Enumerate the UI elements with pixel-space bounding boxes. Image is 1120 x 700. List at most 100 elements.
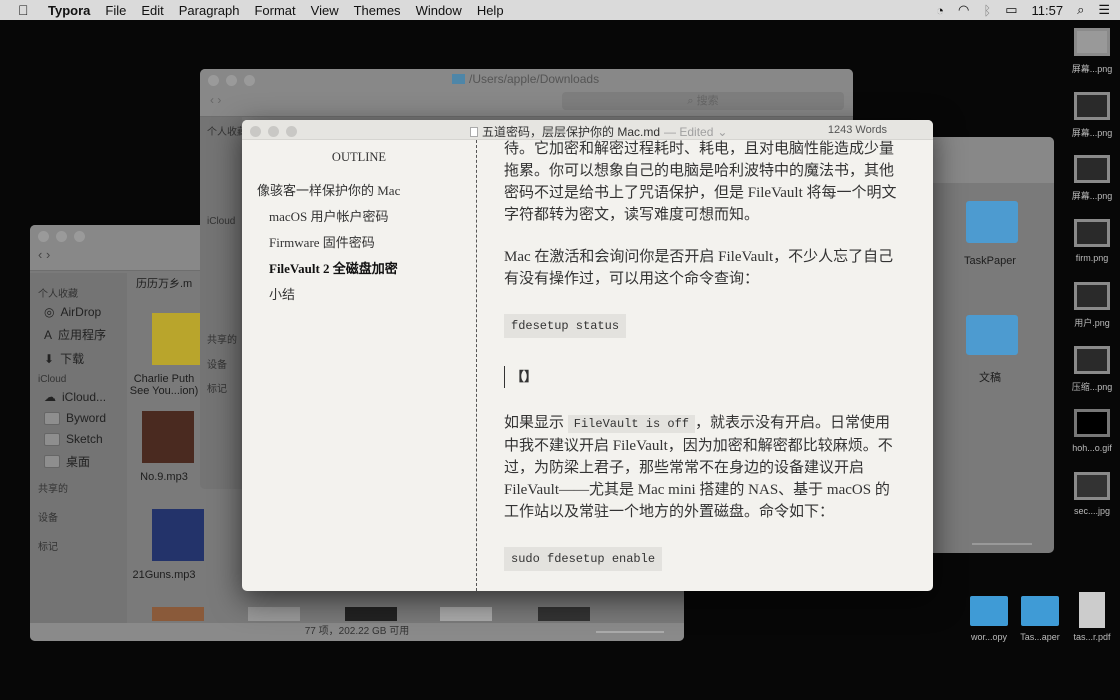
close-button[interactable] [38,231,49,242]
sidebar-item-applications[interactable]: A 应用程序 [44,326,127,343]
taskpaper-app-icon[interactable] [966,201,1018,243]
desktop-file[interactable]: 屏幕...png [1070,28,1114,75]
menu-paragraph[interactable]: Paragraph [179,3,240,18]
desktop-file-label: 用户.png [1074,318,1110,328]
menu-edit[interactable]: Edit [141,3,163,18]
search-placeholder: 搜索 [696,95,719,107]
editor-content[interactable]: 待。它加密和解密过程耗时、耗电，且对电脑性能造成少量拖累。你可以想象自己的电脑是… [504,140,903,591]
menu-view[interactable]: View [311,3,339,18]
desktop-file-label: Tas...aper [1020,632,1060,642]
back-forward-buttons[interactable]: ‹ › [38,247,50,262]
desktop-file[interactable]: sec....jpg [1070,472,1114,516]
album-art-thumbnail[interactable] [142,411,194,463]
file-thumbnail[interactable] [538,607,590,621]
typora-window: 五道密码，层层保护你的 Mac.md — Edited ⌄ 1243 Words… [242,120,933,591]
sidebar-item-icloud-drive[interactable]: ☁ iCloud... [44,390,127,404]
sidebar-label: Sketch [66,432,103,446]
zoom-button[interactable] [74,231,85,242]
menu-bar:  Typora File Edit Paragraph Format View… [0,0,1120,20]
menu-file[interactable]: File [105,3,126,18]
close-button[interactable] [208,75,219,86]
file-label: No.9.mp3 [140,471,188,483]
sidebar-header: 个人收藏 [207,127,247,138]
menu-format[interactable]: Format [254,3,295,18]
album-art-thumbnail[interactable] [152,509,204,561]
sidebar-item-sketch[interactable]: Sketch [44,432,127,446]
outline-item[interactable]: Firmware 固件密码 [242,235,476,250]
spotlight-icon[interactable]: ⌕ [1077,2,1084,18]
file-thumbnail[interactable] [440,607,492,621]
edited-status[interactable]: — Edited [664,125,713,139]
outline-item[interactable]: 小结 [242,287,476,302]
file-label: Charlie Puth See You...ion) [129,373,199,397]
sidebar-header-favorites: 个人收藏 [38,289,78,300]
wifi-icon[interactable]: ◠ [958,2,969,18]
paragraph[interactable]: Mac 在激活和会询问你是否开启 FileVault，不少人忘了自己有没有操作过… [504,246,903,290]
sidebar-item-airdrop[interactable]: ◎ AirDrop [44,305,127,319]
desktop-file[interactable]: 用户.png [1070,282,1114,329]
sidebar-header-icloud: iCloud [38,374,67,385]
album-art-thumbnail[interactable] [152,313,204,365]
paragraph[interactable]: 待。它加密和解密过程耗时、耗电，且对电脑性能造成少量拖累。你可以想象自己的电脑是… [504,138,903,226]
chevron-down-icon[interactable]: ⌄ [717,125,727,139]
minimize-button[interactable] [268,126,279,137]
outline-panel: OUTLINE 像骇客一样保护你的 Mac macOS 用户帐户密码 Firmw… [242,140,477,591]
folder-icon[interactable] [966,315,1018,355]
menu-themes[interactable]: Themes [354,3,401,18]
desktop-file-label: 压缩...png [1071,382,1113,392]
menu-app[interactable]: Typora [48,3,90,18]
zoom-button[interactable] [244,75,255,86]
sidebar-item-downloads[interactable]: ⬇ 下载 [44,350,127,367]
file-label: 文稿 [979,372,1001,384]
outline-item-active[interactable]: FileVault 2 全磁盘加密 [242,261,476,276]
code-block[interactable]: fdesetup status [504,314,627,338]
sidebar-item-desktop[interactable]: 桌面 [44,453,127,470]
code-block[interactable]: sudo fdesetup enable [504,547,663,571]
status-text: 77 项，202.22 GB 可用 [304,626,410,637]
icon-size-slider[interactable] [972,543,1032,545]
desktop-file[interactable]: firm.png [1070,219,1114,263]
bluetooth-icon[interactable]: ᛒ [983,3,991,18]
icon-size-slider[interactable] [596,631,664,633]
desktop-file[interactable]: 屏幕...png [1070,155,1114,202]
sidebar-header-tags: 标记 [38,542,58,553]
close-button[interactable] [250,126,261,137]
bracket-text[interactable]: 【】 [504,366,903,388]
minimize-button[interactable] [226,75,237,86]
outline-item[interactable]: macOS 用户帐户密码 [242,209,476,224]
desktop-file-label: firm.png [1075,253,1109,263]
notification-center-icon[interactable]: ☰ [1098,2,1110,18]
sidebar-header-devices: 设备 [38,513,58,524]
time-machine-icon[interactable]: ◔ [936,3,944,18]
sidebar-item-byword[interactable]: Byword [44,411,127,425]
paragraph[interactable]: 如果显示 FileVault is off ，就表示没有开启。日常使用中我不建议开… [504,412,903,523]
apple-menu-icon[interactable]:  [18,2,32,18]
applications-icon: A [44,327,53,342]
clock[interactable]: 11:57 [1031,3,1063,18]
search-field[interactable]: ⌕ 搜索 [562,92,844,110]
file-label: 21Guns.mp3 [132,569,196,581]
word-count[interactable]: 1243 Words [828,124,887,136]
desktop-file[interactable]: 屏幕...png [1070,92,1114,139]
sidebar-header: iCloud [207,216,236,227]
menu-help[interactable]: Help [477,3,504,18]
desktop-folder[interactable]: Tas...aper [1016,596,1064,642]
outline-item[interactable]: 像骇客一样保护你的 Mac [242,183,476,198]
desktop-file[interactable]: 压缩...png [1070,346,1114,393]
file-thumbnail[interactable] [345,607,397,621]
menu-window[interactable]: Window [416,3,462,18]
file-thumbnail[interactable] [248,607,300,621]
desktop-file[interactable]: hoh...o.gif [1070,409,1114,453]
back-forward-buttons[interactable]: ‹ › [210,93,221,107]
zoom-button[interactable] [286,126,297,137]
desktop-folder[interactable]: wor...opy [966,596,1012,642]
sidebar-label: 应用程序 [58,328,107,342]
sidebar-label: iCloud... [62,390,107,404]
file-thumbnail[interactable] [152,607,204,621]
minimize-button[interactable] [56,231,67,242]
desktop-file-label: wor...opy [970,632,1008,642]
desktop-file[interactable]: tas...r.pdf [1068,592,1116,642]
status-bar: 77 项，202.22 GB 可用 [30,623,684,641]
download-icon: ⬇ [44,351,55,366]
battery-icon[interactable]: ▭ [1005,2,1017,18]
